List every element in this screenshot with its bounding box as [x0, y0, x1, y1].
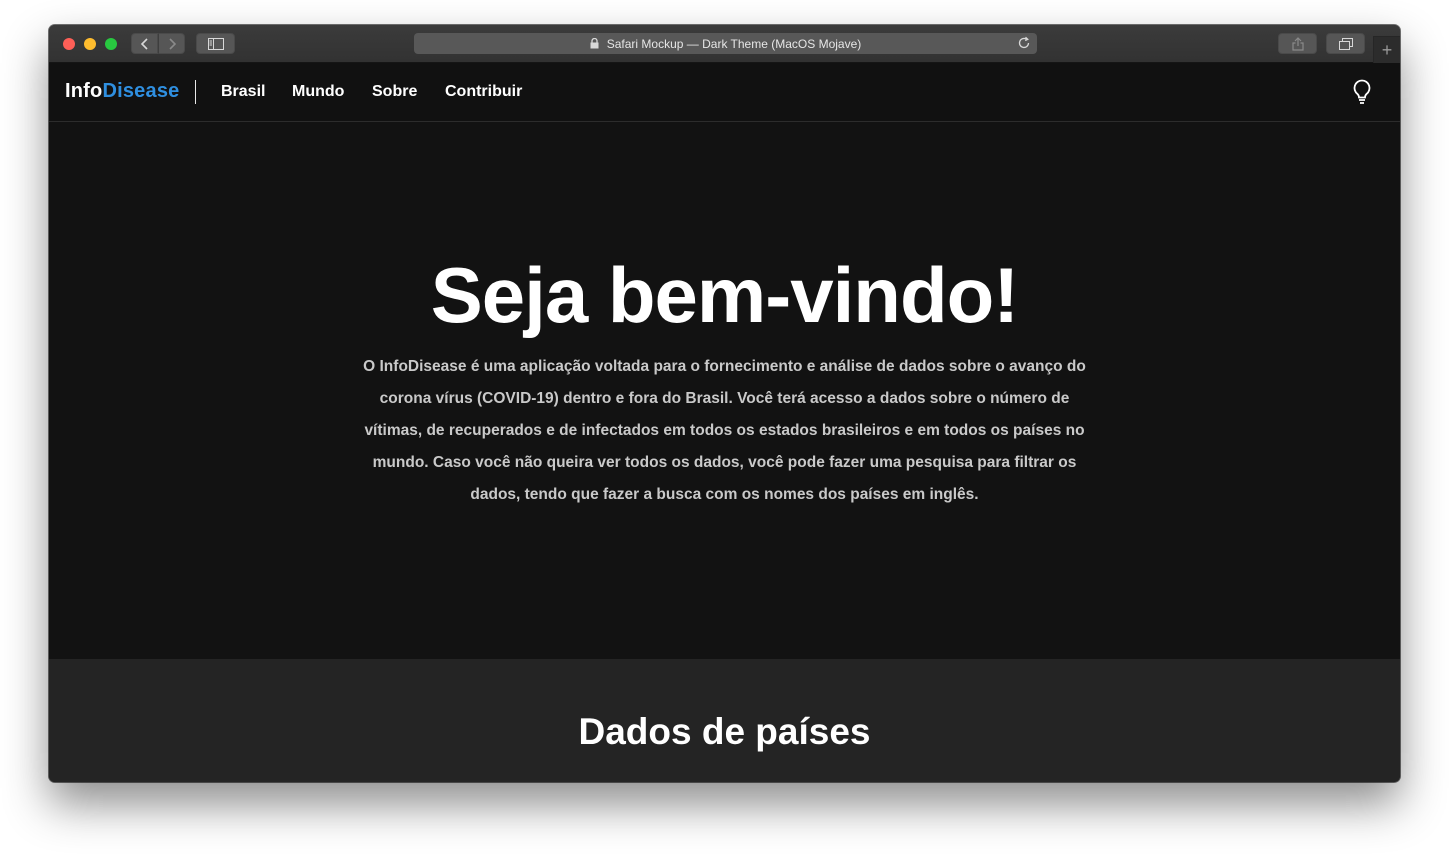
new-tab-button[interactable]: + [1373, 36, 1400, 63]
back-button[interactable] [131, 33, 158, 54]
lock-icon [590, 38, 599, 49]
nav-link-brasil[interactable]: Brasil [221, 83, 265, 101]
nav-link-contribuir[interactable]: Contribuir [445, 83, 522, 101]
browser-window: Safari Mockup — Dark Theme (MacOS Mojave… [49, 25, 1400, 782]
minimize-window-button[interactable] [84, 38, 96, 50]
nav-link-sobre[interactable]: Sobre [372, 83, 417, 101]
sidebar-icon [207, 37, 224, 50]
theme-toggle-button[interactable] [1351, 78, 1373, 106]
title-bar: Safari Mockup — Dark Theme (MacOS Mojave… [49, 25, 1400, 63]
hero-description: O InfoDisease é uma aplicação voltada pa… [363, 358, 1086, 503]
hero-section: Seja bem-vindo! O InfoDisease é uma apli… [49, 122, 1400, 659]
countries-data-section: Dados de países [49, 659, 1400, 782]
hero-title: Seja bem-vindo! [430, 251, 1019, 339]
sidebar-toggle-button[interactable] [196, 33, 235, 54]
close-window-button[interactable] [63, 38, 75, 50]
address-text: Safari Mockup — Dark Theme (MacOS Mojave… [606, 36, 862, 51]
tabs-overview-icon [1338, 37, 1353, 50]
show-tabs-button[interactable] [1326, 33, 1365, 54]
maximize-window-button[interactable] [105, 38, 117, 50]
section-title: Dados de países [578, 711, 871, 752]
brand-logo[interactable]: InfoDisease [65, 80, 179, 103]
share-icon [1291, 36, 1304, 51]
share-button[interactable] [1278, 33, 1317, 54]
forward-button[interactable] [158, 33, 185, 54]
plus-icon: + [1381, 39, 1393, 60]
reload-icon[interactable] [1017, 36, 1031, 50]
chevron-left-icon [140, 37, 148, 50]
nav-link-mundo[interactable]: Mundo [292, 83, 344, 101]
brand-divider [195, 80, 196, 104]
address-bar[interactable]: Safari Mockup — Dark Theme (MacOS Mojave… [414, 33, 1037, 54]
chevron-right-icon [168, 37, 176, 50]
brand-suffix: Disease [102, 80, 180, 102]
lightbulb-icon [1353, 79, 1371, 104]
brand-prefix: Info [65, 80, 103, 102]
site-navbar: InfoDisease Brasil Mundo Sobre Contribui… [49, 63, 1400, 122]
